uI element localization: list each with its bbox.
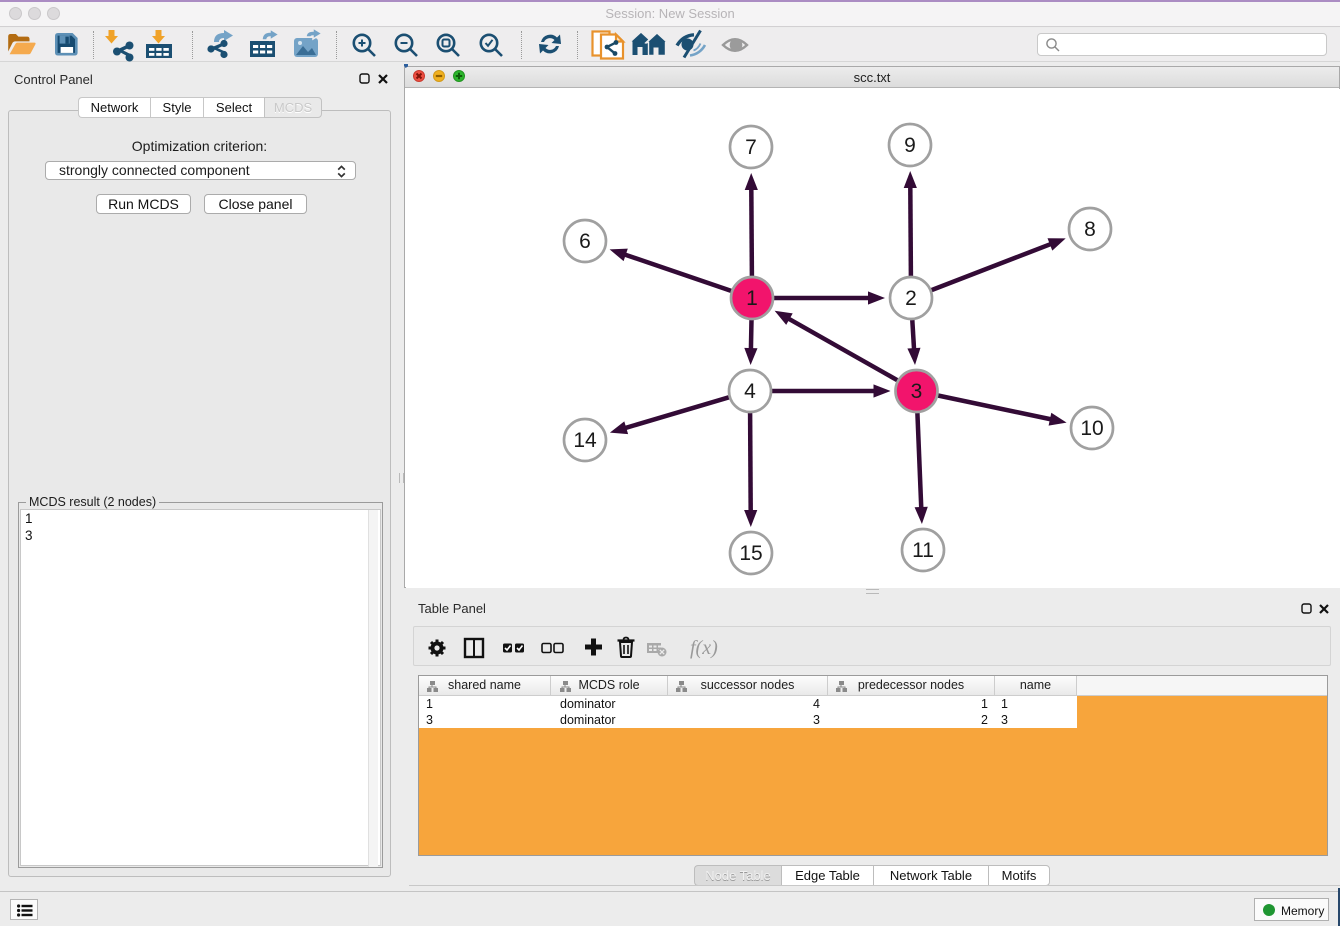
svg-text:8: 8 xyxy=(1084,218,1096,241)
svg-text:10: 10 xyxy=(1080,417,1103,440)
svg-text:2: 2 xyxy=(905,287,917,310)
svg-text:6: 6 xyxy=(579,230,591,253)
svg-text:1: 1 xyxy=(746,287,758,310)
svg-text:7: 7 xyxy=(745,136,757,159)
svg-text:14: 14 xyxy=(573,429,597,452)
svg-text:4: 4 xyxy=(744,380,756,403)
svg-text:9: 9 xyxy=(904,134,916,157)
svg-text:15: 15 xyxy=(739,542,762,565)
svg-text:11: 11 xyxy=(912,539,934,562)
svg-text:3: 3 xyxy=(911,380,923,403)
svg-text:f(x): f(x) xyxy=(690,637,718,659)
